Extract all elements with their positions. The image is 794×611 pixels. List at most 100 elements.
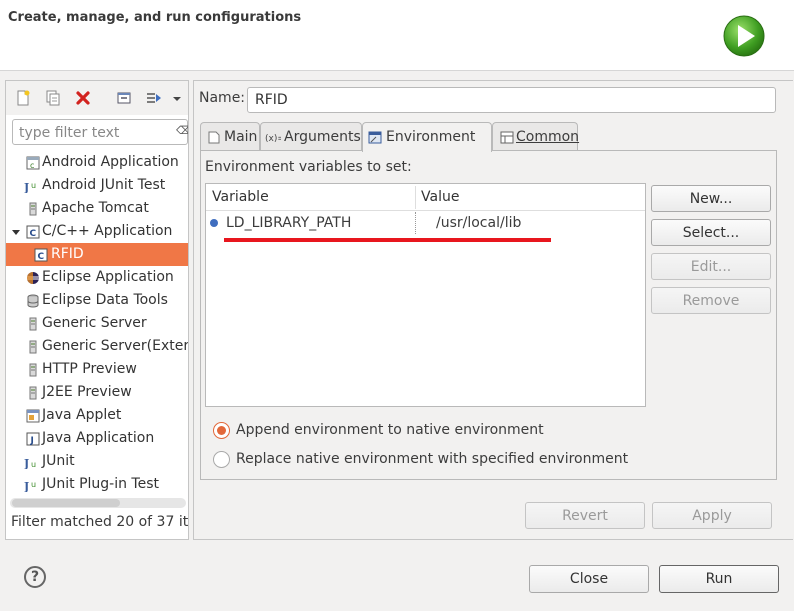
delete-icon[interactable] — [74, 89, 92, 107]
tree-item-junit-plugin-test[interactable]: Ju JUnit Plug-in Test — [6, 473, 188, 496]
column-header-value[interactable]: Value — [421, 189, 459, 205]
java-app-icon: J — [26, 432, 40, 446]
clear-filter-icon[interactable]: ⌫ — [176, 124, 188, 137]
radio-label: Append environment to native environment — [236, 422, 544, 438]
env-section-label: Environment variables to set: — [205, 159, 412, 175]
filter-icon[interactable] — [145, 89, 163, 107]
tree-item-rfid[interactable]: C RFID — [6, 243, 188, 266]
svg-text:u: u — [31, 181, 36, 190]
config-list-panel: ⌫ c Android Application Ju Android JUnit… — [5, 80, 189, 540]
config-editor-panel: Name: Main (x)= Arguments Environment Co… — [193, 80, 793, 540]
tree-item-eclipse-application[interactable]: Eclipse Application — [6, 266, 188, 289]
expanded-arrow-icon[interactable] — [11, 225, 21, 239]
tab-arguments[interactable]: (x)= Arguments — [260, 122, 362, 152]
table-header: Variable Value — [206, 184, 645, 211]
radio-button[interactable] — [213, 422, 230, 439]
tree-item-junit[interactable]: Ju JUnit — [6, 450, 188, 473]
tree-item-generic-server-external[interactable]: Generic Server(External Launch) — [6, 335, 188, 358]
server-icon — [29, 340, 37, 354]
svg-text:u: u — [31, 460, 36, 469]
tree-item-label: RFID — [51, 246, 84, 262]
tab-label: Common — [516, 129, 580, 145]
svg-text:J: J — [24, 480, 29, 492]
tree-item-java-application[interactable]: J Java Application — [6, 427, 188, 450]
filter-status: Filter matched 20 of 37 items — [11, 514, 189, 530]
svg-text:(x)=: (x)= — [265, 134, 281, 144]
collapse-all-icon[interactable] — [115, 89, 133, 107]
tree-item-label: Eclipse Data Tools — [42, 292, 168, 308]
run-icon — [723, 15, 765, 57]
tree-item-label: C/C++ Application — [42, 223, 173, 239]
server-icon — [29, 317, 37, 331]
tree-item-label: JUnit Plug-in Test — [42, 476, 160, 492]
edit-env-button[interactable]: Edit... — [651, 253, 771, 280]
name-input[interactable] — [247, 87, 776, 113]
server-icon — [29, 386, 37, 400]
tree-item-label: Java Applet — [42, 407, 122, 423]
junit-icon: Ju — [24, 181, 36, 193]
tree-item-cpp-application[interactable]: C C/C++ Application — [6, 220, 188, 243]
tab-environment[interactable]: Environment — [362, 122, 492, 152]
close-button[interactable]: Close — [529, 565, 649, 593]
duplicate-icon[interactable] — [44, 89, 62, 107]
svg-text:C: C — [38, 252, 45, 262]
tree-item-apache-tomcat[interactable]: Apache Tomcat — [6, 197, 188, 220]
filter-input[interactable] — [19, 124, 169, 142]
environment-icon — [368, 131, 382, 144]
tab-label: Main — [224, 129, 258, 145]
tree-item-label: HTTP Preview — [42, 361, 137, 377]
new-env-button[interactable]: New... — [651, 185, 771, 212]
dialog-title: Create, manage, and run configurations — [8, 10, 302, 25]
radio-button[interactable] — [213, 451, 230, 468]
svg-text:J: J — [30, 436, 34, 446]
junit-icon: Ju — [24, 480, 36, 492]
tree-item-label: Android JUnit Test — [42, 177, 166, 193]
tree-item-http-preview[interactable]: HTTP Preview — [6, 358, 188, 381]
applet-icon — [26, 409, 40, 423]
eclipse-icon — [27, 272, 39, 284]
tree-item-generic-server[interactable]: Generic Server — [6, 312, 188, 335]
tree-item-android-junit-test[interactable]: Ju Android JUnit Test — [6, 174, 188, 197]
apply-button[interactable]: Apply — [652, 502, 772, 529]
server-icon — [29, 363, 37, 377]
cell-divider — [415, 212, 416, 234]
svg-text:J: J — [24, 181, 29, 193]
tree-item-label: Generic Server(External Launch) — [42, 338, 189, 354]
common-icon — [500, 131, 514, 144]
dialog-header: Create, manage, and run configurations — [0, 0, 794, 71]
env-variables-table[interactable]: Variable Value LD_LIBRARY_PATH /usr/loca… — [205, 183, 646, 407]
tree-item-label: Eclipse Application — [42, 269, 174, 285]
svg-text:J: J — [24, 457, 29, 469]
run-button[interactable]: Run — [659, 565, 779, 593]
svg-text:C: C — [30, 229, 37, 239]
revert-button[interactable]: Revert — [525, 502, 645, 529]
select-env-button[interactable]: Select... — [651, 219, 771, 246]
tab-label: Arguments — [284, 129, 361, 145]
c-app-icon: C — [34, 248, 48, 262]
remove-env-button[interactable]: Remove — [651, 287, 771, 314]
table-row[interactable]: LD_LIBRARY_PATH /usr/local/lib — [206, 212, 645, 236]
main-tab-icon — [208, 131, 220, 144]
tree-item-label: J2EE Preview — [42, 384, 132, 400]
new-config-icon[interactable] — [14, 89, 32, 107]
tab-main[interactable]: Main — [200, 122, 260, 152]
tree-item-android-application[interactable]: c Android Application — [6, 151, 188, 174]
arguments-icon: (x)= — [265, 134, 281, 144]
tree-item-java-applet[interactable]: Java Applet — [6, 404, 188, 427]
c-app-icon: C — [26, 225, 40, 239]
tree-item-label: Java Application — [42, 430, 155, 446]
filter-field[interactable]: ⌫ — [12, 119, 188, 145]
android-app-icon: c — [26, 156, 40, 170]
variable-icon — [210, 219, 218, 227]
tab-common[interactable]: Common — [492, 122, 580, 152]
help-icon[interactable]: ? — [24, 566, 46, 588]
tree-item-eclipse-data-tools[interactable]: Eclipse Data Tools — [6, 289, 188, 312]
radio-label: Replace native environment with specifie… — [236, 451, 629, 467]
tree-item-j2ee-preview[interactable]: J2EE Preview — [6, 381, 188, 404]
column-header-variable[interactable]: Variable — [212, 189, 269, 205]
column-divider[interactable] — [415, 186, 416, 209]
scrollbar-thumb[interactable] — [12, 499, 120, 507]
database-icon — [27, 294, 39, 308]
config-type-tree: c Android Application Ju Android JUnit T… — [6, 151, 188, 496]
chevron-down-icon[interactable] — [172, 89, 182, 107]
